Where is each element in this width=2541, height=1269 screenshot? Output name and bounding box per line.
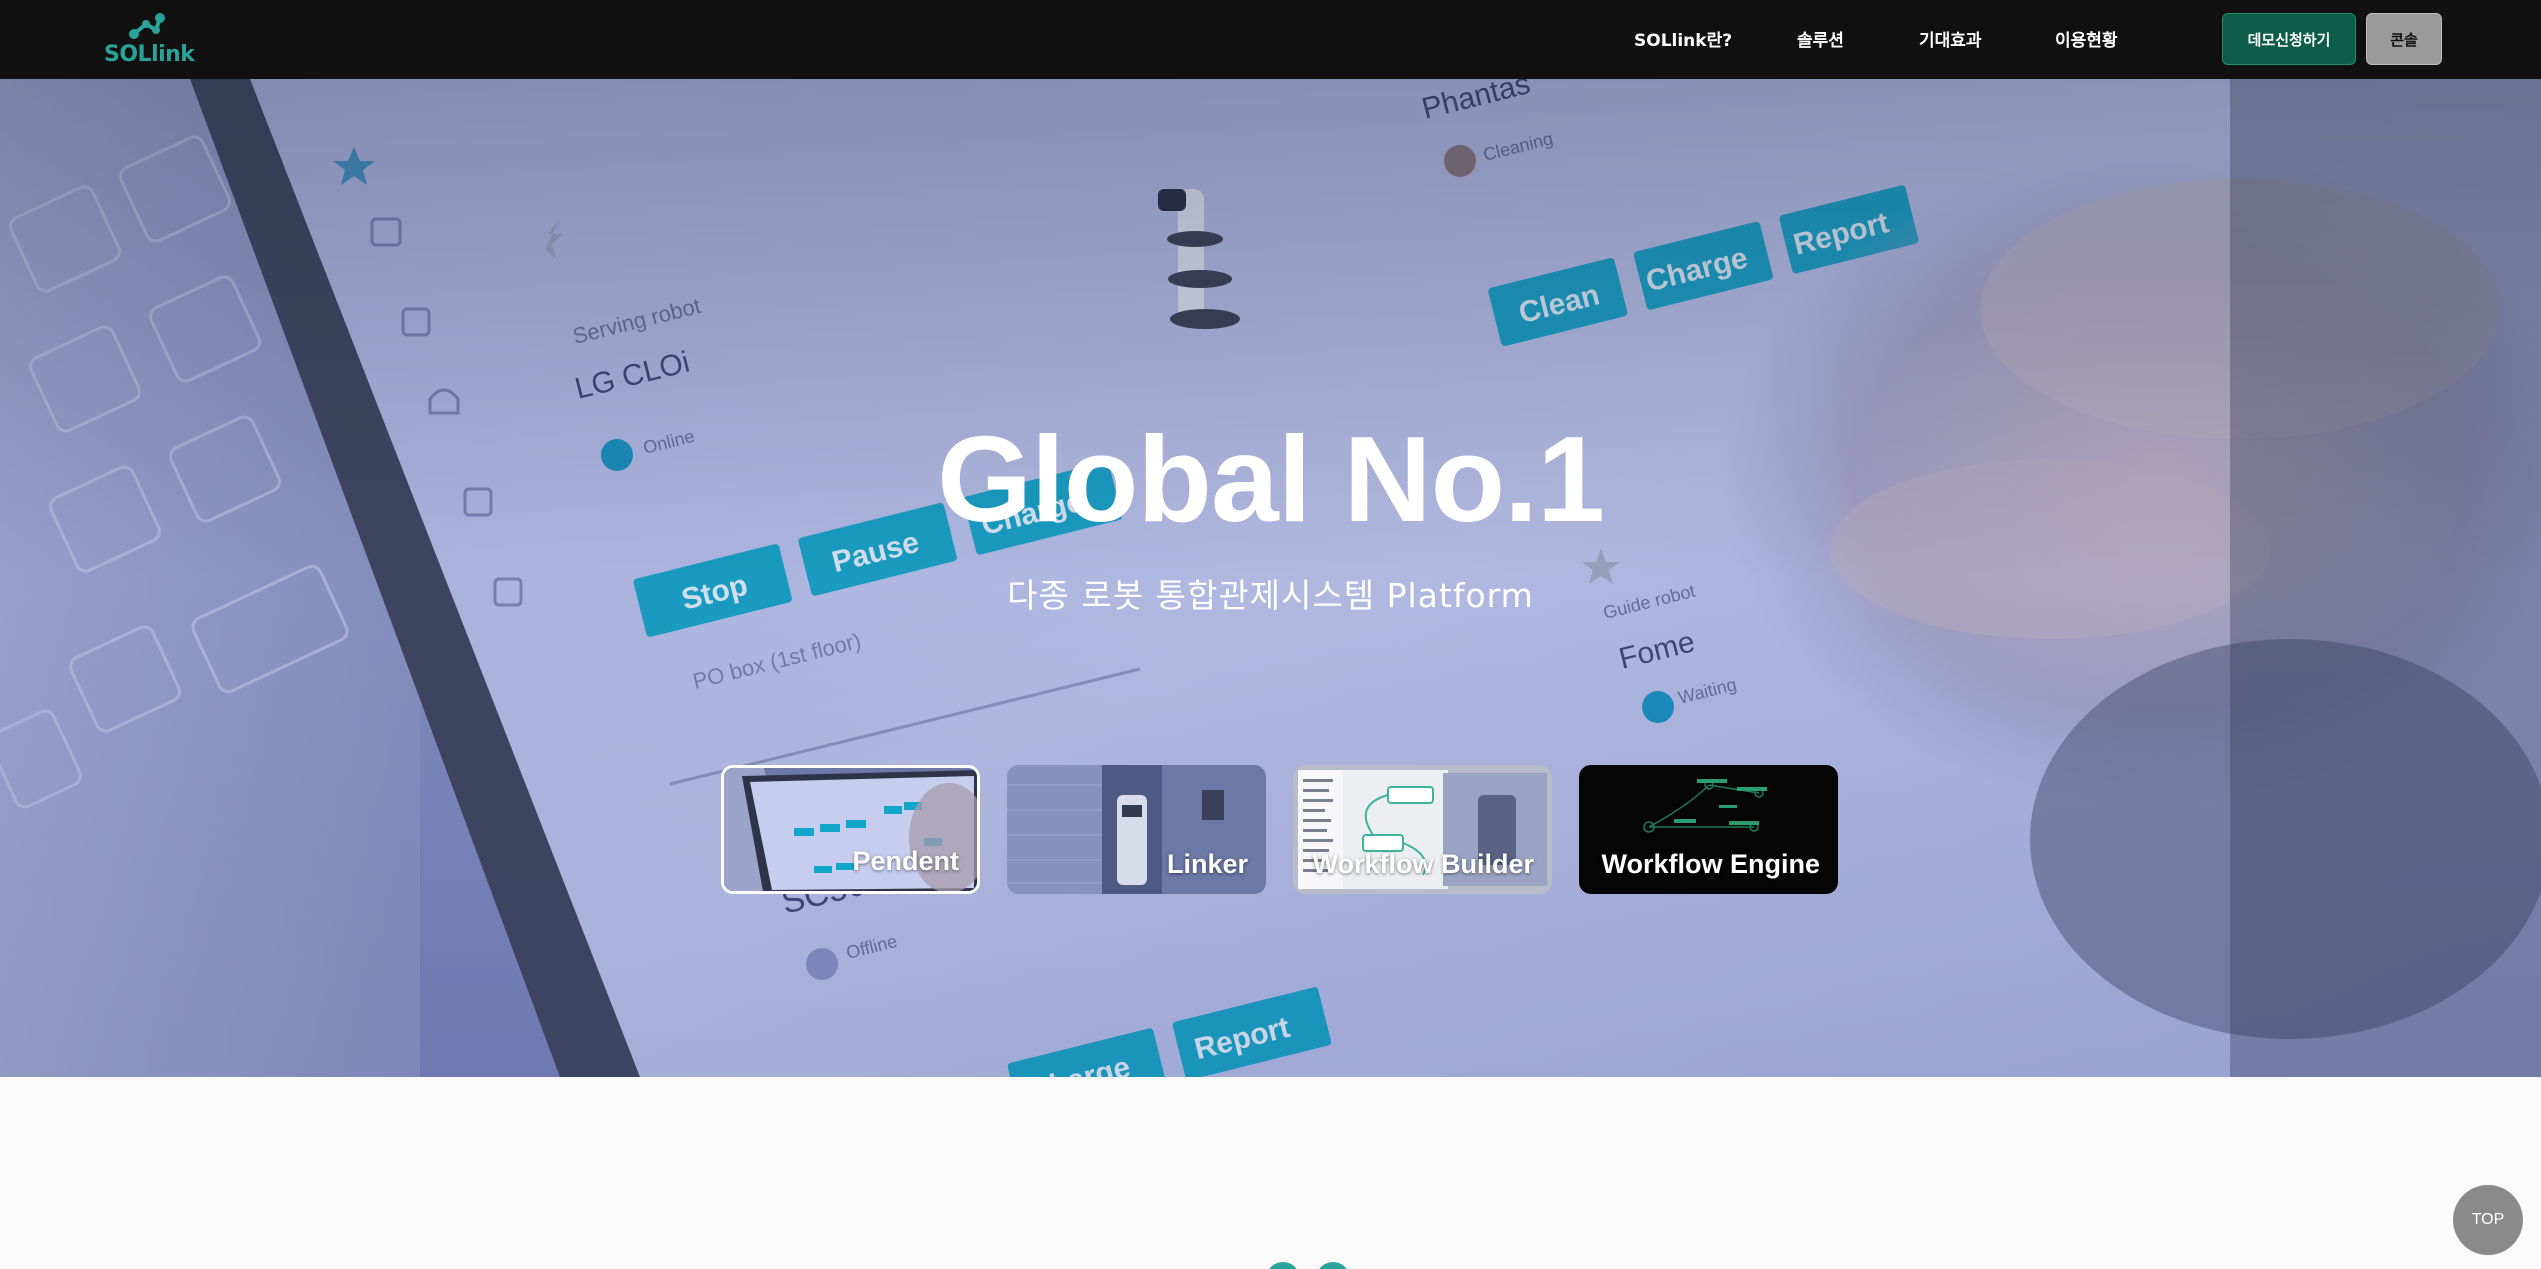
lower-section <box>0 1077 2541 1269</box>
nav-sollink-intro[interactable]: SOLlink란? <box>1634 26 1732 51</box>
section-dot-right <box>1316 1262 1350 1269</box>
scroll-top-button[interactable]: TOP <box>2453 1185 2523 1255</box>
card-linker[interactable]: Linker <box>1007 765 1266 894</box>
nav-usage-status[interactable]: 이용현황 <box>2055 26 2118 51</box>
top-header: SOLlink SOLlink란? 솔루션 기대효과 이용현황 데모신청하기 콘… <box>0 0 2541 79</box>
card-pendent-label: Pendent <box>852 846 959 876</box>
hero-subtitle: 다종 로봇 통합관제시스템 Platform <box>1007 576 1534 615</box>
demo-request-button[interactable]: 데모신청하기 <box>2222 13 2356 65</box>
hero-section: Serving robot LG CLOi Online Stop Pause … <box>0 79 2541 1077</box>
console-button[interactable]: 콘솔 <box>2366 13 2442 65</box>
card-workflow-engine-label: Workflow Engine <box>1601 849 1820 879</box>
card-workflow-builder-label: Workflow Builder <box>1312 849 1534 879</box>
card-pendent[interactable]: Pendent <box>721 765 980 894</box>
card-workflow-builder[interactable]: Workflow Builder <box>1293 765 1552 894</box>
sollink-logo[interactable]: SOLlink <box>104 12 195 68</box>
nav-effects[interactable]: 기대효과 <box>1919 26 1982 51</box>
card-linker-label: Linker <box>1166 849 1248 879</box>
logo-molecule-icon <box>129 13 165 39</box>
section-dot-left <box>1266 1262 1300 1269</box>
card-workflow-engine[interactable]: Workflow Engine <box>1579 765 1838 894</box>
logo-text: SOLlink <box>104 42 195 67</box>
hero-title: Global No.1 <box>937 411 1605 547</box>
product-cards: Pendent Linker Workflow Builder Workflow… <box>0 765 2541 895</box>
nav-solution[interactable]: 솔루션 <box>1797 26 1844 51</box>
